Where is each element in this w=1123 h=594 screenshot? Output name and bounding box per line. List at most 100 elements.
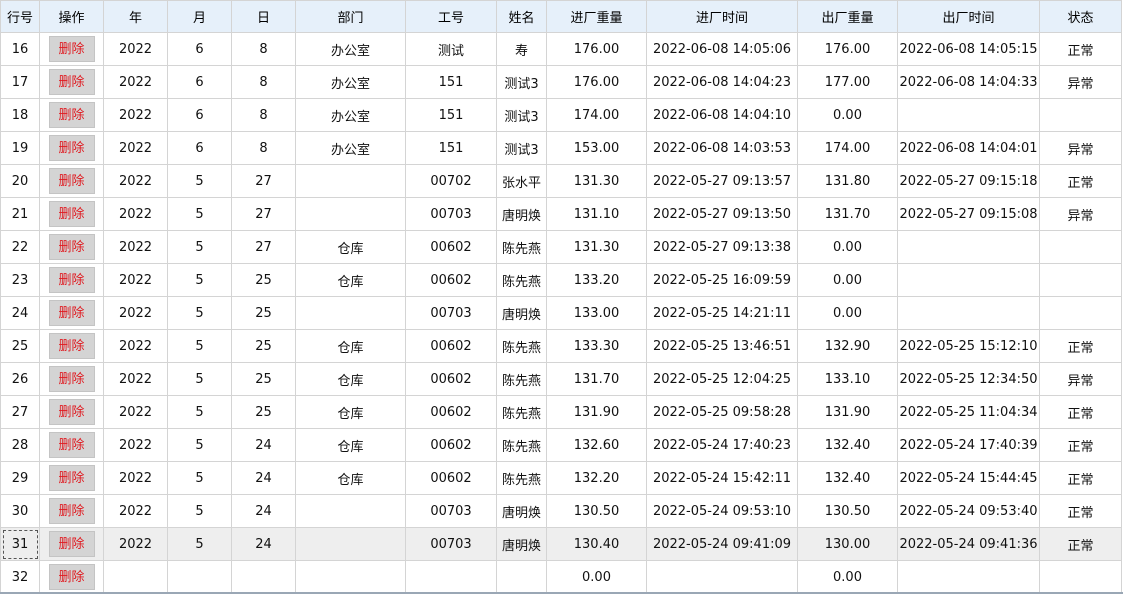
row-number-cell[interactable]: 17: [0, 65, 40, 99]
in-weight-cell[interactable]: 131.30: [546, 164, 647, 198]
in-weight-cell[interactable]: 130.50: [546, 494, 647, 528]
name-cell[interactable]: 测试3: [496, 98, 547, 132]
row-number-cell[interactable]: 16: [0, 32, 40, 66]
day-cell[interactable]: 25: [231, 362, 296, 396]
table-row[interactable]: 19 删除 2022 6 8 办公室 151 测试3 153.00 2022-06-08 14:0…: [0, 131, 1122, 165]
in-weight-cell[interactable]: 131.30: [546, 230, 647, 264]
table-row[interactable]: 24 删除 2022 5 25 00703 唐明焕 133.00 2022-05-25 14:2…: [0, 296, 1122, 330]
month-cell[interactable]: 5: [167, 230, 232, 264]
col-header-day[interactable]: 日: [231, 0, 296, 33]
in-time-cell[interactable]: 2022-05-25 16:09:59: [646, 263, 798, 297]
employee-id-cell[interactable]: 00602: [405, 230, 497, 264]
month-cell[interactable]: 6: [167, 98, 232, 132]
action-cell[interactable]: 删除: [39, 395, 104, 429]
department-cell[interactable]: 办公室: [295, 131, 406, 165]
employee-id-cell[interactable]: [405, 560, 497, 594]
out-weight-cell[interactable]: 132.40: [797, 461, 898, 495]
row-number-cell[interactable]: 24: [0, 296, 40, 330]
name-cell[interactable]: 陈先燕: [496, 461, 547, 495]
name-cell[interactable]: 张水平: [496, 164, 547, 198]
out-weight-cell[interactable]: 177.00: [797, 65, 898, 99]
employee-id-cell[interactable]: 00703: [405, 197, 497, 231]
delete-button[interactable]: 删除: [48, 102, 95, 128]
status-cell[interactable]: [1039, 98, 1122, 132]
status-cell[interactable]: [1039, 263, 1122, 297]
col-header-year[interactable]: 年: [103, 0, 168, 33]
in-time-cell[interactable]: 2022-05-25 12:04:25: [646, 362, 798, 396]
in-weight-cell[interactable]: 176.00: [546, 65, 647, 99]
in-time-cell[interactable]: 2022-05-27 09:13:50: [646, 197, 798, 231]
out-weight-cell[interactable]: 174.00: [797, 131, 898, 165]
in-time-cell[interactable]: 2022-05-24 17:40:23: [646, 428, 798, 462]
table-row[interactable]: 20 删除 2022 5 27 00702 张水平 131.30 2022-05-27 09:1…: [0, 164, 1122, 198]
row-number-cell[interactable]: 23: [0, 263, 40, 297]
name-cell[interactable]: 唐明焕: [496, 197, 547, 231]
department-cell[interactable]: [295, 560, 406, 594]
delete-button[interactable]: 删除: [48, 201, 95, 227]
department-cell[interactable]: 办公室: [295, 98, 406, 132]
in-time-cell[interactable]: 2022-06-08 14:03:53: [646, 131, 798, 165]
in-weight-cell[interactable]: 133.20: [546, 263, 647, 297]
row-number-cell[interactable]: 26: [0, 362, 40, 396]
day-cell[interactable]: 24: [231, 461, 296, 495]
employee-id-cell[interactable]: 00602: [405, 362, 497, 396]
status-cell[interactable]: 正常: [1039, 428, 1122, 462]
day-cell[interactable]: 8: [231, 131, 296, 165]
out-time-cell[interactable]: [897, 263, 1040, 297]
employee-id-cell[interactable]: 151: [405, 98, 497, 132]
in-weight-cell[interactable]: 131.70: [546, 362, 647, 396]
name-cell[interactable]: [496, 560, 547, 594]
out-weight-cell[interactable]: 130.00: [797, 527, 898, 561]
in-weight-cell[interactable]: 132.20: [546, 461, 647, 495]
out-time-cell[interactable]: [897, 230, 1040, 264]
department-cell[interactable]: 仓库: [295, 428, 406, 462]
name-cell[interactable]: 测试3: [496, 131, 547, 165]
in-time-cell[interactable]: 2022-05-24 09:53:10: [646, 494, 798, 528]
year-cell[interactable]: 2022: [103, 362, 168, 396]
department-cell[interactable]: 仓库: [295, 362, 406, 396]
employee-id-cell[interactable]: 测试: [405, 32, 497, 66]
action-cell[interactable]: 删除: [39, 98, 104, 132]
day-cell[interactable]: 25: [231, 263, 296, 297]
table-row[interactable]: 31 删除 2022 5 24 00703 唐明焕 130.40 2022-05-24 09:4…: [0, 527, 1122, 561]
out-time-cell[interactable]: 2022-06-08 14:04:33: [897, 65, 1040, 99]
day-cell[interactable]: 8: [231, 98, 296, 132]
action-cell[interactable]: 删除: [39, 362, 104, 396]
action-cell[interactable]: 删除: [39, 65, 104, 99]
col-header-action[interactable]: 操作: [39, 0, 104, 33]
status-cell[interactable]: 正常: [1039, 395, 1122, 429]
out-weight-cell[interactable]: 0.00: [797, 296, 898, 330]
status-cell[interactable]: 正常: [1039, 164, 1122, 198]
employee-id-cell[interactable]: 00602: [405, 263, 497, 297]
month-cell[interactable]: 5: [167, 362, 232, 396]
year-cell[interactable]: 2022: [103, 428, 168, 462]
day-cell[interactable]: 25: [231, 395, 296, 429]
month-cell[interactable]: 6: [167, 131, 232, 165]
col-header-out-weight[interactable]: 出厂重量: [797, 0, 898, 33]
action-cell[interactable]: 删除: [39, 164, 104, 198]
day-cell[interactable]: 24: [231, 428, 296, 462]
status-cell[interactable]: 正常: [1039, 32, 1122, 66]
delete-button[interactable]: 删除: [48, 333, 95, 359]
year-cell[interactable]: 2022: [103, 527, 168, 561]
row-number-cell[interactable]: 20: [0, 164, 40, 198]
in-time-cell[interactable]: 2022-05-25 13:46:51: [646, 329, 798, 363]
name-cell[interactable]: 陈先燕: [496, 263, 547, 297]
delete-button[interactable]: 删除: [48, 498, 95, 524]
table-row[interactable]: 30 删除 2022 5 24 00703 唐明焕 130.50 2022-05-24 09:5…: [0, 494, 1122, 528]
in-time-cell[interactable]: 2022-06-08 14:05:06: [646, 32, 798, 66]
row-number-cell[interactable]: 32: [0, 560, 40, 594]
out-weight-cell[interactable]: 0.00: [797, 230, 898, 264]
in-time-cell[interactable]: 2022-05-25 14:21:11: [646, 296, 798, 330]
col-header-status[interactable]: 状态: [1039, 0, 1122, 33]
in-time-cell[interactable]: 2022-05-27 09:13:38: [646, 230, 798, 264]
row-number-cell[interactable]: 25: [0, 329, 40, 363]
out-weight-cell[interactable]: 176.00: [797, 32, 898, 66]
out-time-cell[interactable]: 2022-05-24 09:41:36: [897, 527, 1040, 561]
out-weight-cell[interactable]: 133.10: [797, 362, 898, 396]
name-cell[interactable]: 唐明焕: [496, 527, 547, 561]
row-number-cell[interactable]: 30: [0, 494, 40, 528]
employee-id-cell[interactable]: 00602: [405, 329, 497, 363]
year-cell[interactable]: 2022: [103, 32, 168, 66]
table-row[interactable]: 17 删除 2022 6 8 办公室 151 测试3 176.00 2022-06-08 14:0…: [0, 65, 1122, 99]
